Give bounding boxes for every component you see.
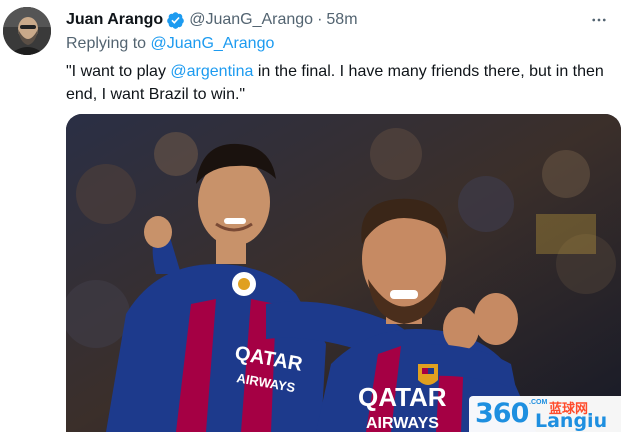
- svg-text:AIRWAYS: AIRWAYS: [366, 415, 439, 432]
- tweet-text: "I want to play @argentina in the final.…: [66, 60, 616, 106]
- display-name[interactable]: Juan Arango: [66, 11, 163, 29]
- handle[interactable]: @JuanG_Arango: [189, 11, 313, 29]
- separator-dot: ·: [317, 11, 323, 28]
- more-horizontal-icon[interactable]: [587, 9, 611, 31]
- timestamp[interactable]: 58m: [326, 11, 357, 29]
- replying-to: Replying to @JuanG_Arango: [66, 35, 274, 53]
- replying-prefix: Replying to: [66, 35, 151, 52]
- replying-handle-link[interactable]: @JuanG_Arango: [151, 35, 275, 52]
- watermark-logo: 360 .COM 蓝球网 Langiu: [469, 396, 621, 432]
- verified-badge-icon: [166, 11, 185, 30]
- avatar[interactable]: [3, 7, 51, 55]
- jersey-text-right: QATAR: [358, 382, 447, 412]
- photo-illustration: QATAR AIRWAYS QATAR AIRWAYS: [66, 114, 621, 432]
- watermark-domain: .COM: [529, 399, 548, 406]
- avatar-image: [3, 7, 51, 55]
- tweet-header: Juan Arango @JuanG_Arango · 58m: [66, 9, 613, 31]
- watermark-number: 360: [475, 398, 529, 429]
- watermark-english: Langiu: [535, 410, 608, 432]
- mention-link[interactable]: @argentina: [170, 63, 253, 80]
- tweet[interactable]: Juan Arango @JuanG_Arango · 58m Replying…: [0, 0, 621, 432]
- tweet-text-part-1: "I want to play: [66, 63, 171, 80]
- tweet-photo[interactable]: QATAR AIRWAYS QATAR AIRWAYS 360 .COM 蓝球网…: [66, 114, 621, 432]
